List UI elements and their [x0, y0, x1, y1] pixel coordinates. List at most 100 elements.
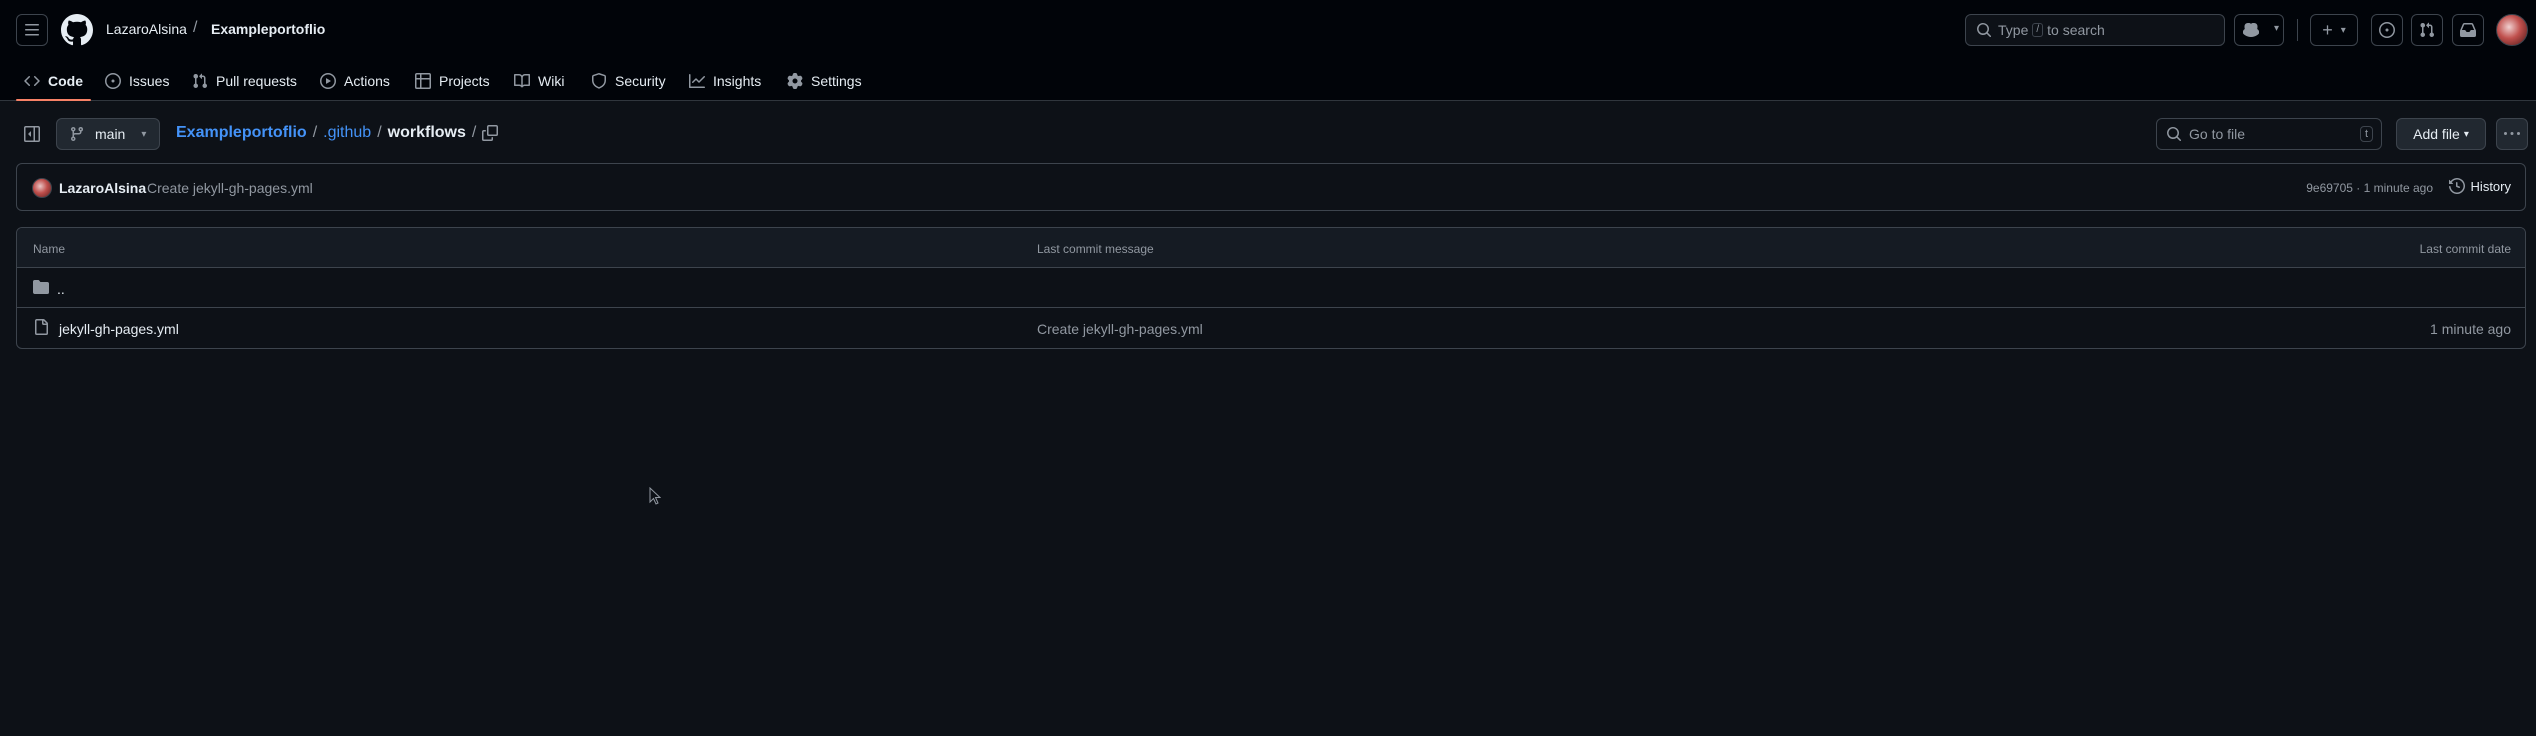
header-divider — [2297, 19, 2298, 41]
file-path-breadcrumb: Exampleportoflio / .github / workflows / — [176, 124, 476, 142]
go-to-file-input[interactable]: Go to file t — [2156, 118, 2382, 150]
commit-message[interactable]: Create jekyll-gh-pages.yml — [147, 180, 313, 196]
git-branch-icon — [70, 127, 83, 142]
copilot-dropdown-icon: ▾ — [2273, 23, 2279, 34]
search-shortcut-key: / — [2032, 23, 2044, 37]
copy-path-button[interactable] — [482, 125, 500, 143]
more-options-button[interactable] — [2496, 118, 2528, 150]
file-commit-message[interactable]: Create jekyll-gh-pages.yml — [1037, 321, 1203, 337]
book-icon — [514, 73, 530, 87]
copilot-button[interactable]: ▾ — [2234, 14, 2284, 46]
copilot-icon — [2243, 22, 2259, 38]
create-new-button[interactable]: + ▾ — [2310, 14, 2358, 46]
copy-icon — [482, 125, 498, 141]
tab-insights[interactable]: Insights — [689, 60, 761, 101]
git-pull-request-icon — [2420, 22, 2435, 38]
path-root-link[interactable]: Exampleportoflio — [176, 124, 307, 142]
tab-pull-requests[interactable]: Pull requests — [192, 60, 297, 101]
tab-label: Issues — [129, 72, 170, 89]
commit-author[interactable]: LazaroAlsina — [59, 180, 146, 196]
history-button[interactable]: History — [2448, 178, 2511, 194]
commit-author-avatar[interactable] — [32, 178, 52, 198]
search-input[interactable]: Type / to search — [1965, 14, 2225, 46]
folder-icon — [33, 280, 49, 294]
hamburger-icon — [25, 24, 39, 36]
column-header-date: Last commit date — [2419, 242, 2511, 256]
column-header-message: Last commit message — [1037, 242, 1154, 256]
file-toolbar: main ▾ Exampleportoflio / .github / work… — [0, 113, 2536, 155]
menu-button[interactable] — [16, 14, 48, 46]
triangle-down-icon: ▾ — [141, 128, 147, 140]
tab-label: Actions — [344, 72, 390, 89]
repo-nav-tabs: Code Issues Pull requests Actions Projec… — [0, 60, 2536, 101]
play-icon — [320, 72, 336, 89]
global-header: LazaroAlsina / Exampleportoflio Type / t… — [0, 0, 2536, 101]
branch-selector[interactable]: main ▾ — [56, 118, 160, 150]
kebab-horizontal-icon — [2504, 132, 2520, 135]
issue-opened-icon — [105, 72, 121, 89]
file-commit-date: 1 minute ago — [2430, 321, 2511, 337]
file-name-link[interactable]: jekyll-gh-pages.yml — [59, 321, 179, 337]
table-header: Name Last commit message Last commit dat… — [17, 228, 2525, 268]
go-to-file-shortcut: t — [2359, 126, 2373, 142]
search-icon — [1977, 23, 1992, 38]
issue-opened-icon — [2379, 22, 2395, 38]
file-table: Name Last commit message Last commit dat… — [16, 227, 2526, 349]
plus-icon: + — [2322, 19, 2333, 40]
path-github-link[interactable]: .github — [323, 124, 371, 142]
path-separator: / — [471, 124, 477, 141]
tab-label: Code — [48, 72, 83, 89]
code-icon — [24, 75, 40, 86]
mouse-cursor-icon — [649, 487, 661, 505]
latest-commit-bar: LazaroAlsina Create jekyll-gh-pages.yml … — [16, 163, 2526, 211]
tab-label: Pull requests — [216, 72, 297, 89]
parent-directory-row[interactable]: .. — [17, 268, 2525, 308]
github-logo-icon[interactable] — [60, 14, 93, 46]
top-bar: LazaroAlsina / Exampleportoflio Type / t… — [0, 0, 2536, 60]
sidebar-toggle-button[interactable] — [16, 118, 48, 150]
repo-link[interactable]: Exampleportoflio — [211, 21, 325, 37]
tab-issues[interactable]: Issues — [105, 60, 169, 101]
user-avatar[interactable] — [2496, 14, 2528, 46]
add-file-button[interactable]: Add file ▾ — [2396, 118, 2486, 150]
search-icon — [2167, 127, 2182, 142]
triangle-down-icon: ▾ — [2463, 128, 2469, 140]
go-to-file-placeholder: Go to file — [2189, 126, 2246, 142]
file-icon — [35, 319, 48, 335]
parent-directory-link[interactable]: .. — [57, 281, 65, 297]
search-prefix: Type — [1998, 22, 2029, 38]
branch-name: main — [95, 126, 126, 142]
tab-code[interactable]: Code — [16, 60, 91, 101]
search-suffix: to search — [2047, 22, 2105, 38]
graph-icon — [689, 73, 705, 88]
column-header-name: Name — [33, 242, 66, 256]
sidebar-expand-icon — [24, 126, 40, 142]
breadcrumb-separator: / — [193, 19, 198, 36]
tab-wiki[interactable]: Wiki — [514, 60, 564, 101]
history-label: History — [2470, 178, 2511, 194]
tab-actions[interactable]: Actions — [320, 60, 390, 101]
shield-icon — [592, 72, 606, 89]
tab-label: Insights — [713, 72, 762, 89]
add-file-label: Add file — [2413, 126, 2460, 142]
tab-security[interactable]: Security — [591, 60, 666, 101]
tab-settings[interactable]: Settings — [787, 60, 862, 101]
pull-requests-button[interactable] — [2411, 14, 2443, 46]
tab-projects[interactable]: Projects — [415, 60, 490, 101]
gear-icon — [787, 72, 803, 89]
path-separator: / — [312, 124, 318, 141]
path-current: workflows — [387, 124, 466, 141]
issues-button[interactable] — [2371, 14, 2403, 46]
inbox-button[interactable] — [2452, 14, 2484, 46]
path-separator: / — [377, 124, 382, 141]
tab-label: Settings — [811, 72, 862, 89]
inbox-icon — [2460, 23, 2476, 37]
owner-link[interactable]: LazaroAlsina — [106, 21, 187, 37]
tab-label: Projects — [439, 72, 490, 89]
tab-label: Security — [615, 72, 666, 89]
tab-label: Wiki — [538, 72, 565, 89]
history-icon — [2448, 178, 2465, 194]
commit-hash-time[interactable]: 9e69705 · 1 minute ago — [2306, 181, 2433, 195]
table-row[interactable]: jekyll-gh-pages.yml Create jekyll-gh-pag… — [17, 308, 2525, 348]
create-dropdown-icon: ▾ — [2340, 24, 2346, 36]
